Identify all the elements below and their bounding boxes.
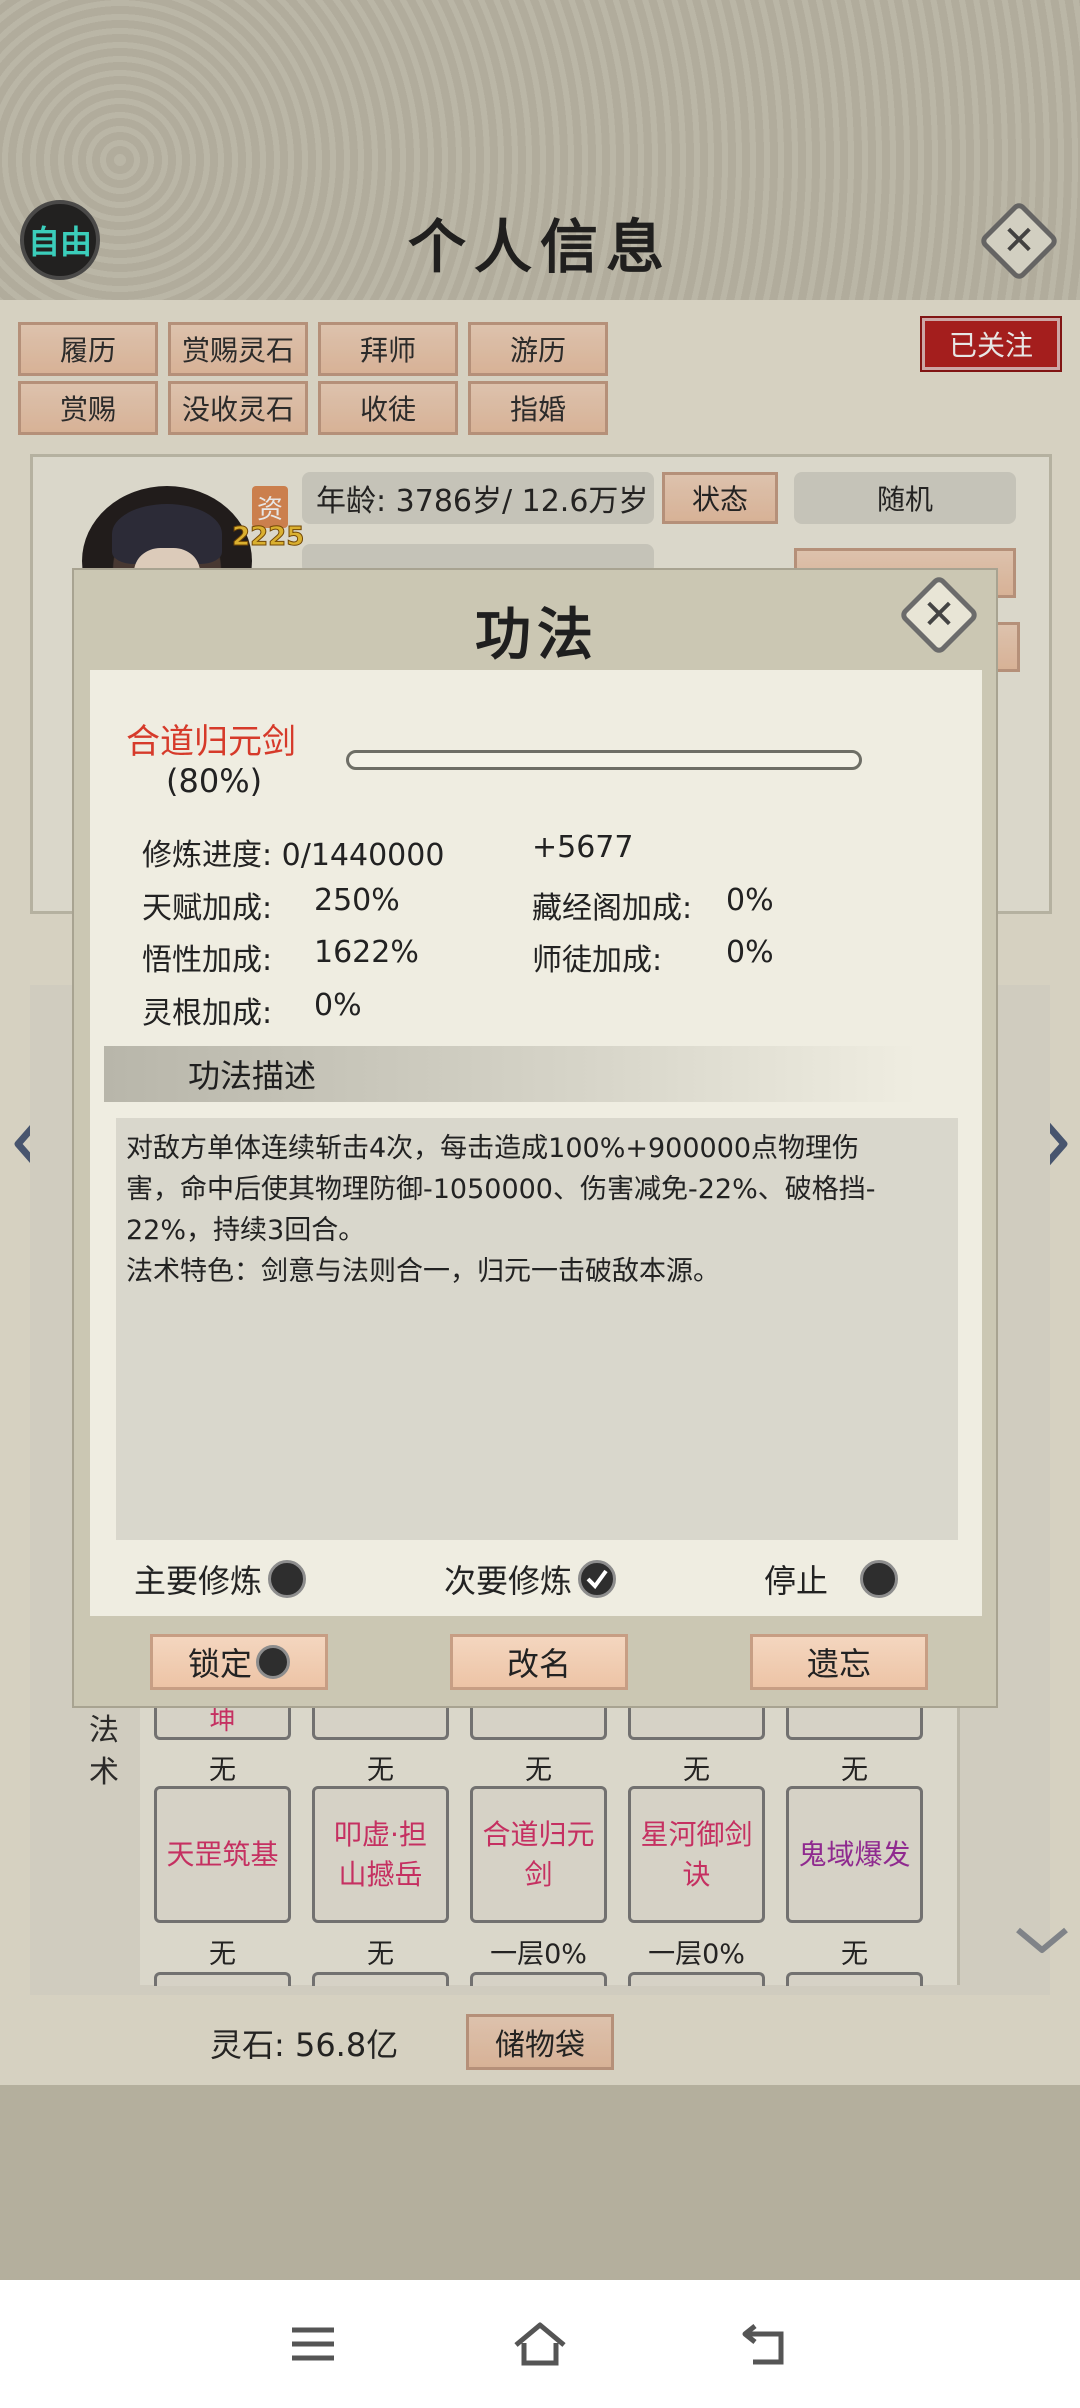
primary-cultivation-option[interactable]: 主要修炼 <box>134 1556 307 1602</box>
description-line: 法术特色：剑意与法则合一，归元一击破敌本源。 <box>126 1256 720 1287</box>
comprehension-bonus-label: 悟性加成: <box>142 943 273 978</box>
close-modal-button[interactable]: ✕ <box>897 573 981 657</box>
back-button[interactable] <box>732 2309 802 2379</box>
description-box: 对敌方单体连续斩击4次，每击造成100%+900000点物理伤 害，命中后使其物… <box>116 1118 958 1540</box>
technique-percent: (80%) <box>166 762 263 800</box>
root-bonus-label: 灵根加成: <box>142 996 273 1031</box>
modal-title: 功法 <box>475 602 599 668</box>
cultivation-gain: +5677 <box>532 830 634 865</box>
talent-bonus-value: 250% <box>314 883 400 918</box>
secondary-cultivation-label: 次要修炼 <box>444 1562 573 1600</box>
master-bonus-value: 0% <box>726 935 774 970</box>
comprehension-bonus-value: 1622% <box>314 935 419 970</box>
forget-button[interactable]: 遗忘 <box>750 1634 928 1690</box>
description-line: 22%，持续3回合。 <box>126 1215 366 1246</box>
master-bonus-label: 师徒加成: <box>532 943 663 978</box>
primary-cultivation-label: 主要修炼 <box>134 1562 263 1600</box>
talent-bonus-label: 天赋加成: <box>142 891 273 926</box>
menu-button[interactable] <box>278 2309 348 2379</box>
cultivation-progress-bar <box>346 750 862 770</box>
stop-cultivation-option[interactable]: 停止 <box>764 1556 899 1602</box>
stop-label: 停止 <box>764 1562 829 1600</box>
description-line: 对敌方单体连续斩击4次，每击造成100%+900000点物理伤 <box>126 1133 860 1164</box>
lock-label: 锁定 <box>187 1645 252 1683</box>
system-nav-bar <box>0 2280 1080 2408</box>
secondary-cultivation-option[interactable]: 次要修炼 <box>444 1556 617 1602</box>
lock-toggle-icon <box>256 1645 290 1679</box>
home-button[interactable] <box>505 2309 575 2379</box>
back-icon <box>742 2324 784 2365</box>
root-bonus-value: 0% <box>314 988 362 1023</box>
library-bonus-value: 0% <box>726 883 774 918</box>
menu-icon <box>292 2327 335 2361</box>
library-bonus-label: 藏经阁加成: <box>532 891 693 926</box>
description-header: 功法描述 <box>104 1046 916 1102</box>
close-icon: ✕ <box>922 592 956 638</box>
cultivation-progress: 修炼进度: 0/1440000 <box>142 838 445 873</box>
radio-icon[interactable] <box>268 1560 307 1598</box>
lock-button[interactable]: 锁定 <box>150 1634 328 1690</box>
description-line: 害，命中后使其物理防御-1050000、伤害减免-22%、破格挡- <box>126 1174 876 1205</box>
home-icon <box>514 2322 566 2366</box>
checkmark-icon[interactable] <box>578 1560 617 1598</box>
technique-name: 合道归元剑 <box>126 722 296 762</box>
rename-button[interactable]: 改名 <box>450 1634 628 1690</box>
radio-icon[interactable] <box>860 1560 899 1598</box>
